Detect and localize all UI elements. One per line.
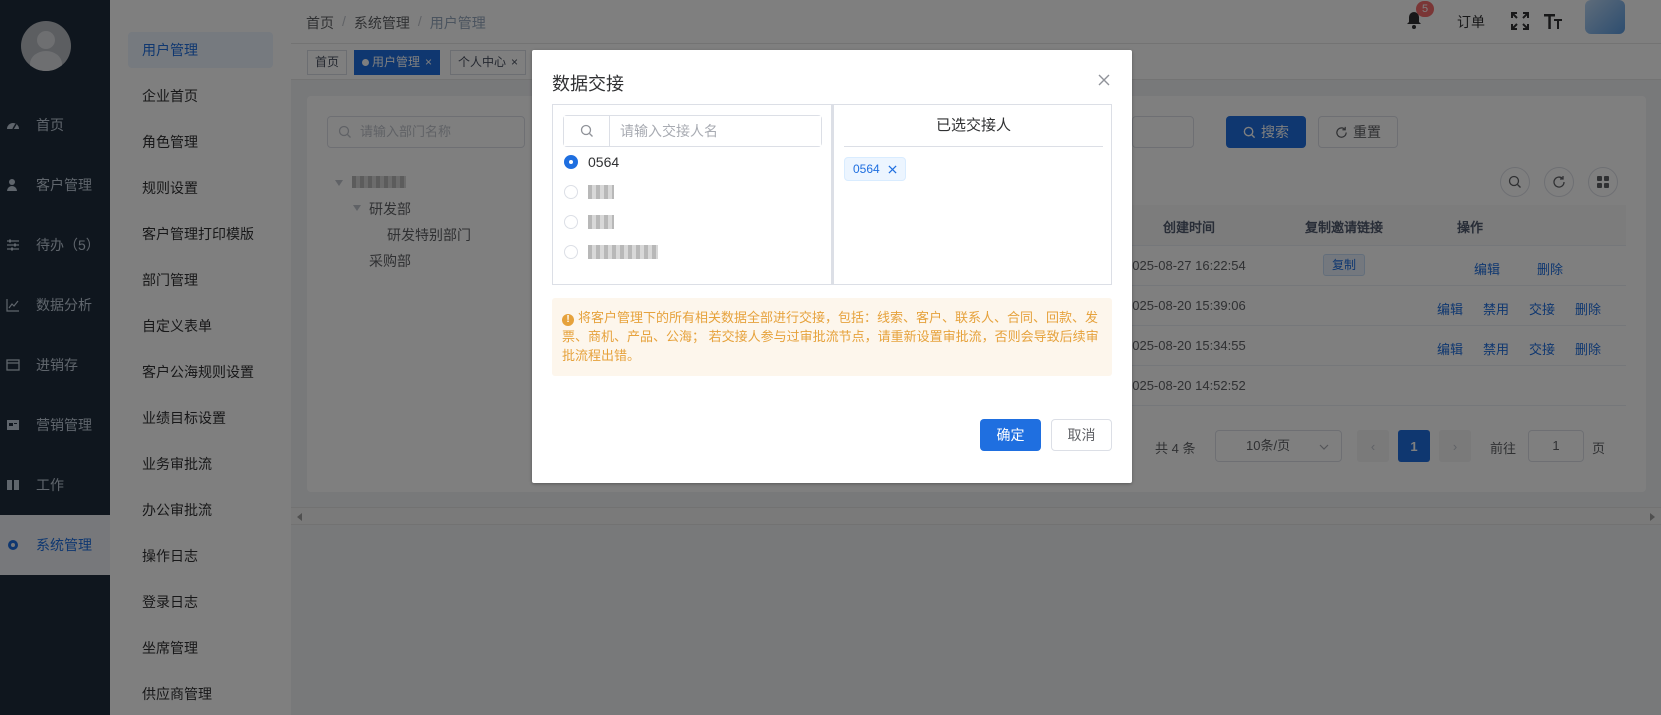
warning-notice: ! 将客户管理下的所有相关数据全部进行交接，包括：线索、客户、联系人、合同、回款、… [552, 298, 1112, 376]
radio-option[interactable] [564, 185, 614, 199]
handover-search [563, 115, 822, 147]
search-icon [580, 124, 593, 137]
confirm-button[interactable]: 确定 [980, 419, 1041, 451]
radio-option[interactable]: 0564 [564, 154, 619, 170]
tag-label: 0564 [853, 162, 880, 176]
notice-text: 将客户管理下的所有相关数据全部进行交接，包括：线索、客户、联系人、合同、回款、发… [562, 310, 1099, 363]
radio-button[interactable] [564, 185, 578, 199]
redacted-text [588, 245, 658, 259]
radio-label: 0564 [588, 154, 620, 170]
candidate-panel: 0564 [552, 104, 832, 285]
handover-search-input[interactable] [610, 116, 821, 146]
search-prefix [564, 116, 610, 146]
dialog-title: 数据交接 [552, 74, 624, 94]
selected-user-tag: 0564 [844, 157, 906, 181]
warning-icon: ! [562, 314, 574, 326]
redacted-text [588, 185, 614, 199]
radio-button[interactable] [564, 245, 578, 259]
radio-option[interactable] [564, 245, 658, 259]
radio-button[interactable] [564, 155, 578, 169]
close-icon[interactable] [888, 164, 897, 174]
radio-button[interactable] [564, 215, 578, 229]
close-icon[interactable] [1097, 73, 1111, 87]
handover-dialog: 数据交接 0564 已选交接人 0564 [532, 50, 1132, 483]
radio-option[interactable] [564, 215, 614, 229]
cancel-button[interactable]: 取消 [1051, 419, 1112, 451]
selected-title: 已选交接人 [844, 115, 1103, 147]
redacted-text [588, 215, 614, 229]
selected-panel: 已选交接人 0564 [832, 104, 1112, 285]
